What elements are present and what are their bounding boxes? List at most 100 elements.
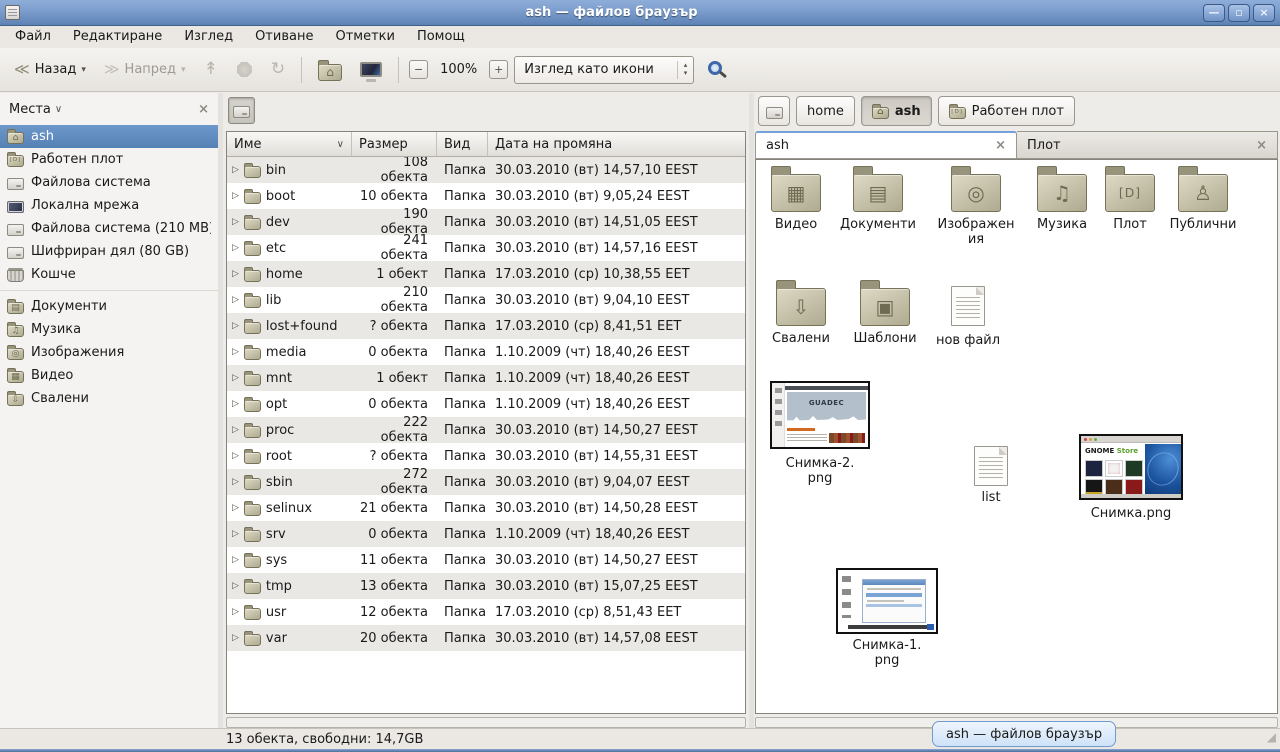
home-button[interactable] [318,64,342,81]
tab-close-icon[interactable]: × [1256,138,1267,153]
up-button[interactable]: ↟ [198,59,224,80]
computer-button[interactable] [360,62,382,77]
sidebar-place-item[interactable]: Шифриран дял (80 GB) [0,240,218,263]
sidebar-place-item[interactable]: Работен плот [0,148,218,171]
zoom-in-button[interactable]: + [489,60,508,79]
back-history-caret-icon[interactable]: ▾ [81,65,86,75]
expander-icon[interactable]: ▷ [232,373,239,383]
sidebar-bookmark-item[interactable]: Документи [0,295,218,318]
file-label[interactable]: list [956,490,1026,505]
file-snimka-2-thumbnail[interactable]: GUADEC [770,381,870,449]
expander-icon[interactable]: ▷ [232,477,239,487]
table-row[interactable]: ▷ selinux 21 обекта Папка 30.03.2010 (вт… [227,495,745,521]
expander-icon[interactable]: ▷ [232,321,239,331]
table-row[interactable]: ▷ media 0 обекта Папка 1.10.2009 (чт) 18… [227,339,745,365]
table-row[interactable]: ▷ opt 0 обекта Папка 1.10.2009 (чт) 18,4… [227,391,745,417]
file-list-icon[interactable] [974,446,1008,486]
expander-icon[interactable]: ▷ [232,555,239,565]
menu-item[interactable]: Отиване [244,26,324,48]
menu-item[interactable]: Отметки [324,26,405,48]
file-label[interactable]: Снимка-1. png [837,638,937,668]
menu-item[interactable]: Помощ [406,26,476,48]
tab-close-icon[interactable]: × [995,138,1006,153]
sidebar-place-item[interactable]: Локална мрежа [0,194,218,217]
folder-item[interactable]: Изображен ия [921,164,1031,247]
expander-icon[interactable]: ▷ [232,269,239,279]
view-mode-select[interactable]: Изглед като икони ▴▾ [514,56,694,84]
root-location-button[interactable] [228,97,255,124]
table-row[interactable]: ▷ sys 11 обекта Папка 30.03.2010 (вт) 14… [227,547,745,573]
folder-item[interactable]: Шаблони [845,278,925,346]
zoom-out-button[interactable]: − [409,60,428,79]
sidebar-place-item[interactable]: Файлова система (210 MB) [0,217,218,240]
breadcrumb-button[interactable]: ash [861,96,932,126]
sidebar-place-item[interactable]: Файлова система [0,171,218,194]
file-label[interactable]: Снимка.png [1086,506,1176,521]
expander-icon[interactable]: ▷ [232,243,239,253]
folder-item[interactable]: Свалени [761,278,841,346]
folder-item[interactable]: Плот [1090,164,1170,232]
expander-icon[interactable]: ▷ [232,581,239,591]
expander-icon[interactable]: ▷ [232,503,239,513]
expander-icon[interactable]: ▷ [232,425,239,435]
back-button[interactable]: ≪ Назад ▾ [8,58,92,81]
breadcrumb-button[interactable]: home [796,96,855,126]
search-button[interactable] [708,61,722,75]
sidebar-title-caret-icon[interactable]: ∨ [55,104,62,115]
maximize-button[interactable]: ▫ [1228,4,1250,22]
reload-button[interactable]: ↻ [265,59,291,80]
breadcrumb-root-button[interactable] [758,96,790,126]
expander-icon[interactable]: ▷ [232,399,239,409]
expander-icon[interactable]: ▷ [232,633,239,643]
table-row[interactable]: ▷ srv 0 обекта Папка 1.10.2009 (чт) 18,4… [227,521,745,547]
table-row[interactable]: ▷ mnt 1 обект Папка 1.10.2009 (чт) 18,40… [227,365,745,391]
file-snimka-1-thumbnail[interactable] [836,568,938,634]
table-row[interactable]: ▷ usr 12 обекта Папка 17.03.2010 (ср) 8,… [227,599,745,625]
table-row[interactable]: ▷ root ? обекта Папка 30.03.2010 (вт) 14… [227,443,745,469]
horizontal-scrollbar[interactable] [226,717,746,728]
menu-item[interactable]: Файл [4,26,62,48]
sidebar-place-item[interactable]: ash [0,125,218,148]
column-header-size[interactable]: Размер [352,132,437,157]
expander-icon[interactable]: ▷ [232,165,239,175]
table-row[interactable]: ▷ tmp 13 обекта Папка 30.03.2010 (вт) 15… [227,573,745,599]
expander-icon[interactable]: ▷ [232,217,239,227]
expander-icon[interactable]: ▷ [232,451,239,461]
file-label[interactable]: Снимка-2. png [770,456,870,486]
sidebar-bookmark-item[interactable]: Изображения [0,341,218,364]
folder-item[interactable]: Публични [1163,164,1243,232]
table-row[interactable]: ▷ sbin 272 обекта Папка 30.03.2010 (вт) … [227,469,745,495]
minimize-button[interactable]: — [1203,4,1225,22]
sidebar-bookmark-item[interactable]: Свалени [0,387,218,410]
table-row[interactable]: ▷ boot 10 обекта Папка 30.03.2010 (вт) 9… [227,183,745,209]
table-row[interactable]: ▷ var 20 обекта Папка 30.03.2010 (вт) 14… [227,625,745,651]
pane-splitter[interactable] [749,93,754,728]
table-row[interactable]: ▷ home 1 обект Папка 17.03.2010 (ср) 10,… [227,261,745,287]
sidebar-place-item[interactable]: Кошче [0,263,218,286]
table-row[interactable]: ▷ lost+found ? обекта Папка 17.03.2010 (… [227,313,745,339]
table-row[interactable]: ▷ etc 241 обекта Папка 30.03.2010 (вт) 1… [227,235,745,261]
folder-item[interactable]: Видео [756,164,836,232]
resize-grip[interactable]: ◢ [1267,730,1276,744]
expander-icon[interactable]: ▷ [232,295,239,305]
sidebar-title[interactable]: Места [9,102,51,117]
table-row[interactable]: ▷ dev 190 обекта Папка 30.03.2010 (вт) 1… [227,209,745,235]
table-row[interactable]: ▷ bin 108 обекта Папка 30.03.2010 (вт) 1… [227,157,745,183]
expander-icon[interactable]: ▷ [232,607,239,617]
tab[interactable]: ash × [755,131,1017,159]
sidebar-close-icon[interactable]: × [198,102,209,117]
sidebar-bookmark-item[interactable]: Видео [0,364,218,387]
menu-item[interactable]: Редактиране [62,26,173,48]
expander-icon[interactable]: ▷ [232,529,239,539]
file-snimka-thumbnail[interactable]: GNOME Store [1079,434,1183,500]
tab[interactable]: Плот × [1017,131,1278,159]
menu-item[interactable]: Изглед [173,26,244,48]
expander-icon[interactable]: ▷ [232,347,239,357]
column-header-type[interactable]: Вид [437,132,488,157]
expander-icon[interactable]: ▷ [232,191,239,201]
folder-item[interactable]: нов файл [928,278,1008,348]
forward-button[interactable]: ≫ Напред ▾ [98,58,192,81]
close-button[interactable]: × [1253,4,1275,22]
breadcrumb-button[interactable]: Работен плот [938,96,1075,126]
column-header-modified[interactable]: Дата на промяна [488,132,745,157]
